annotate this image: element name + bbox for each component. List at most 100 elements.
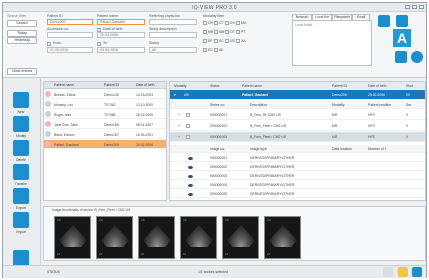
folder-item[interactable]: Local folder — [295, 23, 313, 27]
patient-row[interactable]: Jane Doe, Sara Demo189 08.01.2007 — [44, 120, 166, 129]
modality-checkbox[interactable] — [225, 39, 229, 43]
dob-input[interactable]: 20.02.2006 — [97, 32, 145, 38]
modality-checkbox[interactable] — [236, 39, 240, 43]
col-image-type[interactable]: Image type — [250, 147, 267, 151]
eye-icon[interactable] — [188, 193, 193, 196]
col-study-patient-id[interactable]: Patient ID — [332, 84, 347, 88]
import-icon[interactable] — [13, 212, 29, 228]
referring-input[interactable] — [149, 19, 197, 25]
col-series-desc[interactable]: Description — [250, 103, 267, 107]
zoom-icon[interactable] — [383, 267, 393, 277]
export-icon[interactable] — [13, 188, 29, 204]
col-study-dob[interactable]: Date of birth — [368, 84, 386, 88]
to-date-input[interactable]: 03.09.2016 — [97, 47, 145, 53]
modality-checkbox[interactable] — [203, 39, 207, 43]
col-status[interactable]: Status — [210, 84, 220, 88]
study-row-selected[interactable]: ▾ US Pallavi, Gautami Demo200 20.02.2006… — [170, 90, 425, 100]
col-number-frames[interactable]: Number of f — [368, 147, 386, 151]
ultrasound-thumbnail[interactable]: US 01 — [54, 216, 91, 259]
book-icon[interactable] — [395, 51, 407, 63]
patient-row[interactable]: Roger, Alex T07986 26.02.2005 — [44, 110, 166, 119]
modality-checkbox[interactable] — [203, 48, 207, 52]
series-row[interactable]: +000000001 B_Fem_Rt, CM2 US MR HFS X — [170, 110, 425, 120]
series-checkbox[interactable] — [186, 113, 190, 117]
col-patient-name[interactable]: Patient name — [54, 83, 74, 87]
status-select[interactable]: All — [149, 47, 197, 53]
minimize-button[interactable] — [405, 5, 410, 9]
series-row[interactable]: +000000003 B_Fem_Fleet / CM2 US MR HFS X — [170, 132, 425, 142]
folder-icon[interactable] — [398, 267, 408, 277]
patient-name-input[interactable]: Pallavi,Gautami — [97, 19, 145, 25]
from-checkbox[interactable] — [47, 42, 51, 46]
patient-id-input[interactable]: Demo200 — [47, 19, 93, 25]
col-study-extra[interactable]: Stud — [406, 84, 413, 88]
image-row[interactable]: 000000002 DERIVED\PRIMARY\OTHER — [170, 163, 425, 171]
col-modality[interactable]: Modality — [174, 84, 187, 88]
ultrasound-thumbnail[interactable]: US 01 — [222, 216, 259, 259]
expand-icon[interactable]: ▾ — [174, 93, 176, 97]
patient-row[interactable]: Bredas, Elena Demo146 14.03.2003 — [44, 90, 166, 99]
thumbnail-title: US — [225, 219, 229, 222]
transfer-icon[interactable] — [13, 164, 29, 180]
modality-checkbox[interactable] — [214, 30, 218, 34]
patient-row[interactable]: Baha, Edmon Demo187 15.05.2001 — [44, 130, 166, 139]
maximize-button[interactable] — [412, 5, 417, 9]
series-checkbox[interactable] — [186, 135, 190, 139]
col-study-patient-name[interactable]: Patient name — [242, 84, 262, 88]
series-expand-icon[interactable]: + — [178, 113, 180, 117]
new-patient-icon[interactable] — [13, 92, 29, 108]
col-image-no[interactable]: Image no. — [210, 147, 225, 151]
series-expand-icon[interactable]: + — [178, 135, 180, 139]
modality-checkbox[interactable] — [214, 39, 218, 43]
modality-checkbox[interactable] — [203, 30, 207, 34]
accession-input[interactable] — [47, 32, 93, 38]
delete-icon[interactable] — [13, 140, 29, 156]
eye-icon[interactable] — [188, 184, 193, 187]
info-icon[interactable] — [411, 51, 423, 63]
modality-checkbox[interactable] — [236, 21, 240, 25]
search-button[interactable]: Search — [7, 20, 37, 27]
modality-checkbox[interactable] — [225, 30, 229, 34]
col-patient-id[interactable]: Patient ID — [104, 83, 119, 87]
modality-checkbox[interactable] — [214, 21, 218, 25]
eye-icon[interactable] — [188, 157, 193, 160]
patient-row[interactable]: Monsey, Leo T07362 12.10.2000 — [44, 100, 166, 109]
log-icon[interactable] — [13, 250, 29, 266]
window-icon[interactable] — [412, 267, 422, 277]
col-dob[interactable]: Date of birth — [136, 83, 154, 87]
from-date-input[interactable]: 01.09.2016 — [47, 47, 93, 53]
col-series-modality[interactable]: Modality — [332, 103, 345, 107]
eye-icon[interactable] — [188, 166, 193, 169]
to-checkbox[interactable] — [97, 42, 101, 46]
modify-icon[interactable] — [13, 116, 29, 132]
ultrasound-thumbnail[interactable]: US 01 — [264, 216, 301, 259]
settings-icon[interactable] — [378, 15, 390, 27]
col-data-location[interactable]: Data location — [332, 147, 352, 151]
today-button[interactable]: Today — [7, 30, 37, 37]
col-series-no[interactable]: Series no. — [210, 103, 225, 107]
col-series-extra[interactable]: Ser — [406, 103, 411, 107]
help-icon[interactable] — [396, 15, 408, 27]
modality-checkbox[interactable] — [214, 48, 218, 52]
study-desc-input[interactable] — [149, 32, 197, 38]
ultrasound-thumbnail[interactable]: US 01 — [96, 216, 133, 259]
ultrasound-thumbnail[interactable]: US 01 — [180, 216, 217, 259]
image-row[interactable]: 000000004 DERIVED\PRIMARY\OTHER — [170, 181, 425, 189]
patient-row[interactable]: Pallavi, Gautami Demo200 20.02.2006 — [44, 140, 166, 149]
modality-checkbox[interactable] — [236, 30, 240, 34]
modality-checkbox[interactable] — [203, 21, 207, 25]
yesterday-button[interactable]: Yesterday — [7, 37, 37, 44]
ultrasound-thumbnail[interactable]: US 01 — [138, 216, 175, 259]
series-expand-icon[interactable]: + — [178, 124, 180, 128]
clear-entries-button[interactable]: Clear entries — [7, 68, 37, 75]
image-row[interactable]: 000000005 DERIVED\PRIMARY\OTHER — [170, 190, 425, 198]
modality-checkbox[interactable] — [225, 21, 229, 25]
study-desc-label: Study description — [149, 27, 177, 31]
eye-icon[interactable] — [188, 175, 193, 178]
image-row[interactable]: 000000003 DERIVED\PRIMARY\OTHER — [170, 172, 425, 180]
series-row[interactable]: +000000002 B_Fem_Fleet / CM2 US MR HFS X — [170, 121, 425, 131]
image-row[interactable]: 000000001 DERIVED\PRIMARY\OTHER — [170, 154, 425, 162]
col-series-position[interactable]: Patient position — [368, 103, 391, 107]
series-checkbox[interactable] — [186, 124, 190, 128]
close-button[interactable] — [419, 5, 424, 9]
